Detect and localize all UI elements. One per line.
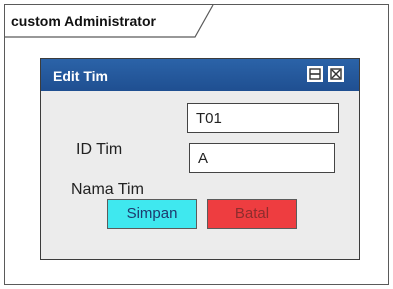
- frame-title-tab: custom Administrator: [5, 5, 214, 38]
- nama-tim-input[interactable]: [189, 143, 335, 173]
- minimize-button[interactable]: [307, 66, 323, 82]
- dialog-titlebar[interactable]: Edit Tim: [41, 59, 359, 91]
- edit-tim-dialog: Edit Tim ID Tim Nama Tim Simpan Batal: [40, 58, 360, 260]
- id-tim-input[interactable]: [187, 103, 339, 133]
- close-icon: [330, 68, 342, 80]
- id-tim-label: ID Tim: [76, 141, 123, 158]
- batal-button[interactable]: Batal: [207, 199, 297, 229]
- minimize-icon: [309, 68, 321, 80]
- frame-title: custom Administrator: [11, 13, 156, 29]
- dialog-title: Edit Tim: [53, 68, 108, 84]
- close-button[interactable]: [328, 66, 344, 82]
- simpan-button[interactable]: Simpan: [107, 199, 197, 229]
- nama-tim-label: Nama Tim: [71, 181, 144, 198]
